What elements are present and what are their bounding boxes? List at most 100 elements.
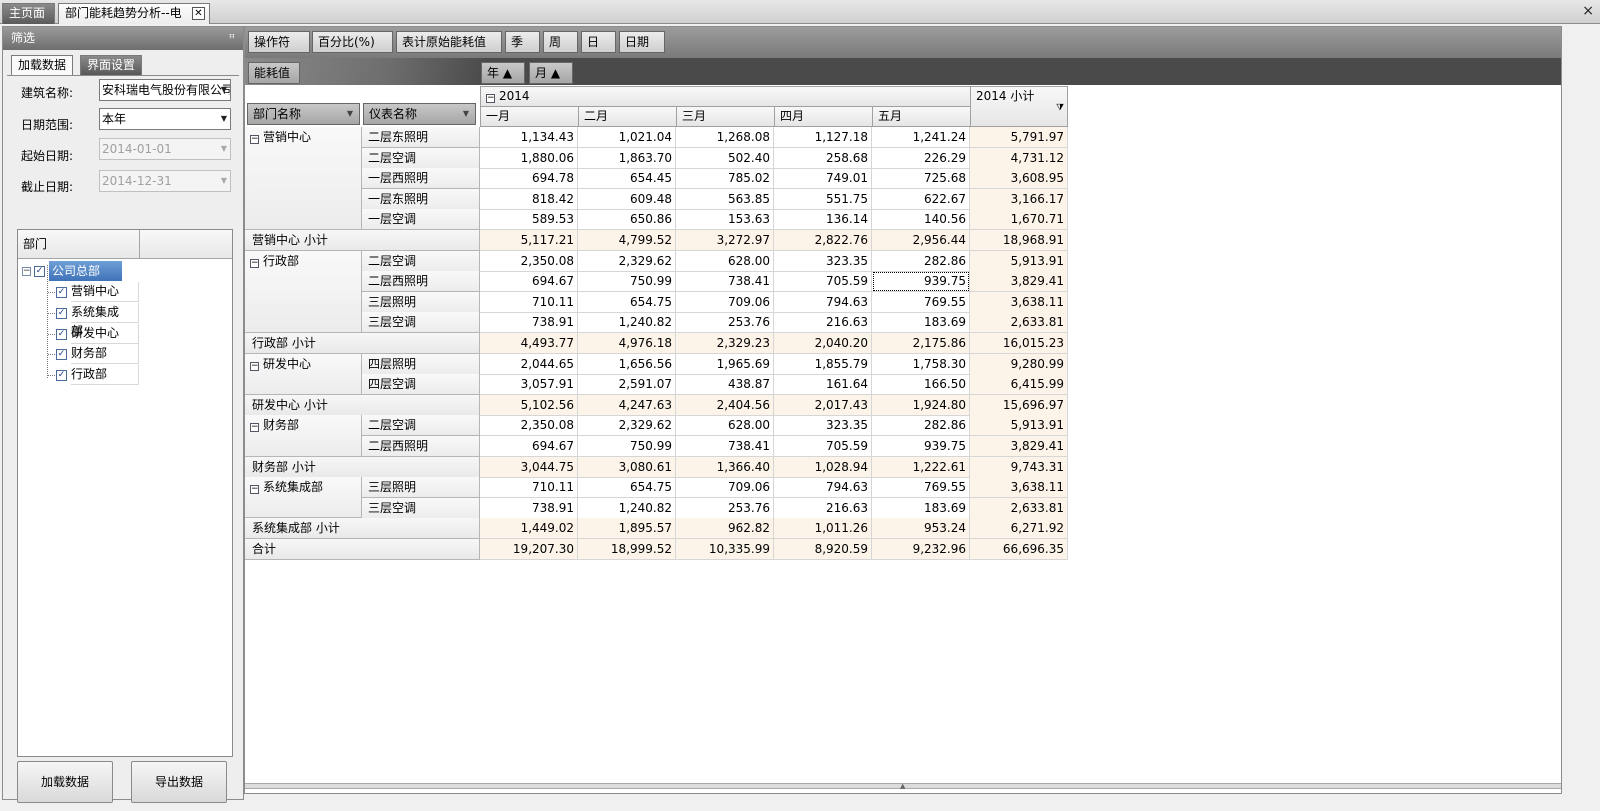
meter-row-header[interactable]: 二层空调 [362,415,480,437]
subtotal-cell[interactable]: 962.82 [676,518,774,540]
data-cell[interactable]: 1,656.56 [578,353,676,375]
data-cell[interactable]: 694.67 [480,271,578,293]
data-cell[interactable]: 738.91 [480,497,578,519]
date-range-select[interactable]: 本年 ▼ [99,108,231,130]
data-cell[interactable]: 628.00 [676,415,774,437]
collapse-icon[interactable]: − [486,94,495,103]
department-row-header[interactable]: − 财务部 [245,415,362,457]
tree-node-child[interactable]: ✓ 财务部 [56,344,139,364]
tree-node-child[interactable]: ✓ 行政部 [56,365,139,385]
row-total-cell[interactable]: 5,913.91 [970,250,1068,272]
department-row-header[interactable]: − 系统集成部 [245,477,362,519]
checkbox-child[interactable]: ✓ [56,286,67,298]
subtotal-cell[interactable]: 1,924.80 [872,394,970,416]
data-cell[interactable]: 710.11 [480,291,578,313]
data-cell[interactable]: 939.75 [872,271,970,293]
data-cell[interactable]: 253.76 [676,312,774,334]
data-cell[interactable]: 694.67 [480,436,578,457]
data-cell[interactable]: 258.68 [774,147,872,169]
data-cell[interactable]: 2,350.08 [480,250,578,272]
year-column-header[interactable]: −2014 [480,86,971,107]
data-cell[interactable]: 282.86 [872,415,970,437]
data-cell[interactable]: 750.99 [578,436,676,457]
data-cell[interactable]: 738.41 [676,271,774,293]
column-field-month[interactable]: 月 ▲ [529,62,573,84]
data-cell[interactable]: 749.01 [774,168,872,190]
data-cell[interactable]: 253.76 [676,497,774,519]
department-row-header[interactable]: − 研发中心 [245,353,362,395]
meter-row-header[interactable]: 二层空调 [362,147,480,169]
data-cell[interactable]: 438.87 [676,374,774,396]
data-cell[interactable]: 282.86 [872,250,970,272]
data-cell[interactable]: 216.63 [774,312,872,334]
grand-total-cell[interactable]: 66,696.35 [970,539,1068,560]
filter-field-quarter[interactable]: 季 [505,31,540,53]
meter-row-header[interactable]: 一层西照明 [362,168,480,190]
meter-row-header[interactable]: 二层东照明 [362,127,480,148]
meter-row-header[interactable]: 一层空调 [362,209,480,231]
data-cell[interactable]: 551.75 [774,188,872,210]
data-cell[interactable]: 589.53 [480,209,578,231]
data-cell[interactable]: 710.11 [480,477,578,499]
grand-total-cell[interactable]: 8,920.59 [774,539,872,560]
subtotal-cell[interactable]: 4,976.18 [578,333,676,354]
data-cell[interactable]: 166.50 [872,374,970,396]
data-cell[interactable]: 1,965.69 [676,353,774,375]
meter-row-header[interactable]: 四层照明 [362,353,480,375]
data-cell[interactable]: 709.06 [676,291,774,313]
grand-total-cell[interactable]: 10,335.99 [676,539,774,560]
data-cell[interactable]: 769.55 [872,477,970,499]
subtotal-cell[interactable]: 1,449.02 [480,518,578,540]
close-tab-icon[interactable]: ✕ [192,7,205,20]
data-cell[interactable]: 323.35 [774,250,872,272]
collapse-icon[interactable]: − [250,258,259,268]
subtotal-cell[interactable]: 2,017.43 [774,394,872,416]
row-total-cell[interactable]: 6,415.99 [970,374,1068,396]
row-total-cell[interactable]: 3,166.17 [970,188,1068,210]
subtotal-cell[interactable]: 2,822.76 [774,230,872,251]
data-cell[interactable]: 323.35 [774,415,872,437]
subtotal-cell[interactable]: 4,247.63 [578,394,676,416]
data-cell[interactable]: 2,044.65 [480,353,578,375]
collapse-icon[interactable]: − [250,423,259,433]
data-cell[interactable]: 750.99 [578,271,676,293]
data-cell[interactable]: 140.56 [872,209,970,231]
end-date-field[interactable]: 2014-12-31 ▼ [99,170,231,192]
subtotal-cell[interactable]: 2,404.56 [676,394,774,416]
data-cell[interactable]: 794.63 [774,291,872,313]
data-cell[interactable]: 705.59 [774,271,872,293]
load-data-button[interactable]: 加载数据 [17,761,113,803]
meter-row-header[interactable]: 三层照明 [362,477,480,499]
filter-field-week[interactable]: 周 [543,31,578,53]
row-total-cell[interactable]: 2,633.81 [970,312,1068,334]
row-total-cell[interactable]: 3,829.41 [970,436,1068,457]
tab-home[interactable]: 主页面 [2,3,55,24]
subtotal-cell[interactable]: 18,968.91 [970,230,1068,251]
data-cell[interactable]: 609.48 [578,188,676,210]
month-column-header[interactable]: 五月 [872,106,971,127]
checkbox-child[interactable]: ✓ [56,307,67,319]
data-cell[interactable]: 1,880.06 [480,147,578,169]
subtotal-cell[interactable]: 953.24 [872,518,970,540]
data-cell[interactable]: 1,268.08 [676,127,774,148]
subtotal-cell[interactable]: 2,175.86 [872,333,970,354]
row-total-cell[interactable]: 5,913.91 [970,415,1068,437]
data-cell[interactable]: 136.14 [774,209,872,231]
meter-row-header[interactable]: 二层西照明 [362,436,480,457]
grand-total-cell[interactable]: 9,232.96 [872,539,970,560]
data-cell[interactable]: 939.75 [872,436,970,457]
data-cell[interactable]: 654.45 [578,168,676,190]
checkbox-root[interactable]: ✓ [34,265,45,277]
data-cell[interactable]: 794.63 [774,477,872,499]
meter-row-header[interactable]: 三层空调 [362,312,480,334]
subtotal-cell[interactable]: 2,329.23 [676,333,774,354]
data-cell[interactable]: 161.64 [774,374,872,396]
data-cell[interactable]: 1,241.24 [872,127,970,148]
filter-field-date[interactable]: 日期 [619,31,665,53]
meter-row-header[interactable]: 一层东照明 [362,188,480,210]
subtotal-cell[interactable]: 16,015.23 [970,333,1068,354]
year-subtotal-header[interactable]: 2014 小计 ⧩ [970,86,1068,127]
tree-node-child[interactable]: ✓ 系统集成部 [56,303,139,338]
data-cell[interactable]: 1,863.70 [578,147,676,169]
month-column-header[interactable]: 一月 [480,106,579,127]
